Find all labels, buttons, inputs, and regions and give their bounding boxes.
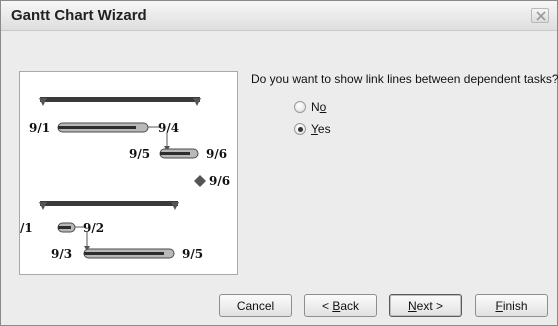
link-lines-question: Do you want to show link lines between d… bbox=[251, 72, 558, 86]
milestone-marker bbox=[194, 175, 206, 187]
back-button[interactable]: < Back bbox=[304, 294, 377, 317]
back-button-label: < Back bbox=[321, 298, 360, 313]
finish-button-label: Finish bbox=[495, 298, 528, 313]
title-bar: Gantt Chart Wizard bbox=[1, 1, 557, 31]
task3-bar bbox=[57, 222, 76, 233]
no-option-label[interactable]: No bbox=[311, 100, 326, 114]
option-no[interactable]: No bbox=[294, 99, 326, 115]
close-button[interactable] bbox=[531, 8, 549, 23]
link-lines-preview: 9/1 9/4 9/5 9/6 9/6 /1 9/2 9/3 9/5 bbox=[19, 71, 238, 275]
next-button[interactable]: Next > bbox=[389, 294, 462, 317]
task1-end-label: 9/4 bbox=[158, 121, 179, 135]
yes-radio-button[interactable] bbox=[294, 123, 306, 135]
task2-end-label: 9/6 bbox=[206, 147, 227, 161]
option-yes[interactable]: Yes bbox=[294, 121, 331, 137]
gantt-chart-wizard-dialog: Gantt Chart Wizard 9/1 9/4 9/5 9/6 9/6 /… bbox=[0, 0, 558, 326]
finish-button[interactable]: Finish bbox=[475, 294, 548, 317]
task4-bar bbox=[83, 248, 175, 259]
no-radio-button[interactable] bbox=[294, 101, 306, 113]
summary-bar-1 bbox=[39, 97, 201, 106]
summary-bar-2 bbox=[39, 201, 179, 210]
cancel-button[interactable]: Cancel bbox=[219, 294, 292, 317]
task1-bar bbox=[57, 122, 149, 133]
next-button-label: Next > bbox=[407, 298, 444, 313]
task3-start-label: /1 bbox=[20, 221, 33, 235]
task1-start-label: 9/1 bbox=[29, 121, 50, 135]
task2-bar bbox=[159, 148, 199, 159]
cancel-button-label: Cancel bbox=[236, 298, 275, 313]
dialog-title: Gantt Chart Wizard bbox=[11, 7, 147, 24]
milestone-label: 9/6 bbox=[209, 174, 230, 188]
task3-end-label: 9/2 bbox=[83, 221, 104, 235]
task4-start-label: 9/3 bbox=[51, 247, 72, 261]
yes-option-label[interactable]: Yes bbox=[311, 122, 331, 136]
task4-end-label: 9/5 bbox=[182, 247, 203, 261]
task2-start-label: 9/5 bbox=[129, 147, 150, 161]
close-icon bbox=[536, 11, 546, 21]
